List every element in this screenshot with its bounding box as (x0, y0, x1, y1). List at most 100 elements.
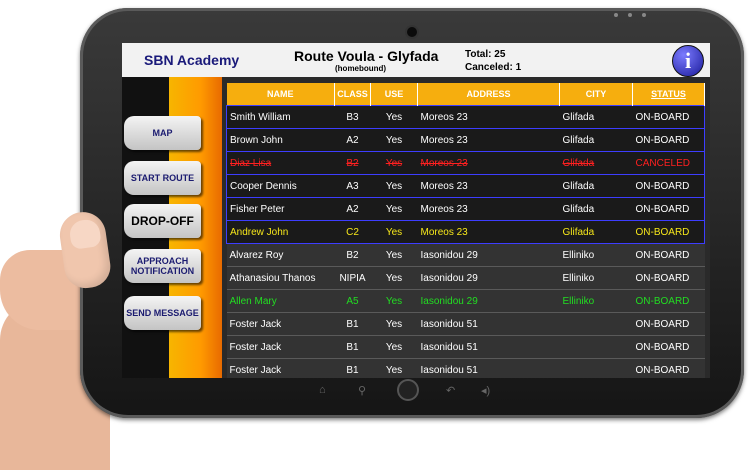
column-header-name[interactable]: NAME (226, 83, 335, 106)
student-table: NAME CLASS USE ADDRESS CITY STATUS Smith… (226, 83, 708, 378)
brand-title: SBN Academy (144, 52, 240, 68)
student-status: ON-BOARD (632, 105, 705, 129)
student-class: B2 (334, 243, 371, 267)
student-use: Yes (370, 174, 418, 198)
student-class: A2 (334, 197, 371, 221)
student-city: Elliniko (559, 243, 633, 267)
approach-notification-button[interactable]: APPROACH NOTIFICATION (124, 249, 201, 283)
student-city: Glifada (559, 128, 633, 152)
student-city: Glifada (559, 105, 633, 129)
route-subtitle: (homebound) (335, 64, 387, 73)
table-row[interactable]: Cooper Dennis A3 Yes Moreos 23 Glifada O… (226, 174, 705, 198)
student-address: Iasonidou 51 (417, 335, 560, 359)
student-address: Iasonidou 29 (417, 266, 560, 290)
student-status: CANCELED (632, 151, 705, 175)
table-row[interactable]: Diaz Lisa B2 Yes Moreos 23 Glifada CANCE… (226, 151, 705, 175)
student-address: Moreos 23 (417, 151, 560, 175)
table-row[interactable]: Foster Jack B1 Yes Iasonidou 51 ON-BOARD (226, 335, 705, 359)
student-use: Yes (370, 312, 418, 336)
column-header-use[interactable]: USE (370, 83, 418, 106)
student-status: ON-BOARD (632, 243, 705, 267)
student-address: Moreos 23 (417, 197, 560, 221)
student-use: Yes (370, 289, 418, 313)
table-row[interactable]: Andrew John C2 Yes Moreos 23 Glifada ON-… (226, 220, 705, 244)
student-class: A2 (334, 128, 371, 152)
table-row[interactable]: Allen Mary A5 Yes Iasonidou 29 Elliniko … (226, 289, 705, 313)
student-address: Iasonidou 51 (417, 358, 560, 378)
student-class: B3 (334, 105, 371, 129)
route-title: Route Voula - Glyfada (294, 48, 439, 64)
top-bar: SBN Academy Route Voula - Glyfada (homeb… (122, 43, 710, 77)
student-use: Yes (370, 358, 418, 378)
student-use: Yes (370, 105, 418, 129)
student-name: Brown John (226, 128, 335, 152)
table-row[interactable]: Fisher Peter A2 Yes Moreos 23 Glifada ON… (226, 197, 705, 221)
student-city: Glifada (559, 220, 633, 244)
student-status: ON-BOARD (632, 312, 705, 336)
student-status: ON-BOARD (632, 335, 705, 359)
student-name: Allen Mary (226, 289, 335, 313)
student-name: Fisher Peter (226, 197, 335, 221)
canceled-label: Canceled: (465, 62, 513, 73)
student-name: Athanasiou Thanos (226, 266, 335, 290)
student-name: Smith William (226, 105, 335, 129)
table-header-row: NAME CLASS USE ADDRESS CITY STATUS (226, 83, 705, 106)
student-name: Foster Jack (226, 358, 335, 378)
total-label: Total: (465, 49, 492, 60)
start-route-button[interactable]: START ROUTE (124, 161, 201, 195)
student-use: Yes (370, 197, 418, 221)
student-class: A3 (334, 174, 371, 198)
total-count: 25 (494, 49, 506, 60)
student-address: Moreos 23 (417, 128, 560, 152)
student-name: Cooper Dennis (226, 174, 335, 198)
column-header-status[interactable]: STATUS (632, 83, 705, 106)
table-row[interactable]: Smith William B3 Yes Moreos 23 Glifada O… (226, 105, 705, 129)
camera-lens (407, 27, 417, 37)
canceled-count: 1 (515, 62, 522, 73)
send-message-button[interactable]: SEND MESSAGE (124, 296, 201, 330)
student-class: NIPIA (334, 266, 371, 290)
student-city: Elliniko (559, 266, 633, 290)
search-icon[interactable]: ⚲ (358, 384, 366, 397)
table-row[interactable]: Athanasiou Thanos NIPIA Yes Iasonidou 29… (226, 266, 705, 290)
student-use: Yes (370, 220, 418, 244)
student-status: ON-BOARD (632, 266, 705, 290)
student-address: Iasonidou 51 (417, 312, 560, 336)
back-icon[interactable]: ↶ (446, 384, 455, 397)
drop-off-button[interactable]: DROP-OFF (124, 204, 201, 238)
student-class: C2 (334, 220, 371, 244)
student-city: Glifada (559, 197, 633, 221)
student-city (559, 312, 633, 336)
student-class: A5 (334, 289, 371, 313)
table-row[interactable]: Alvarez Roy B2 Yes Iasonidou 29 Elliniko… (226, 243, 705, 267)
student-city (559, 335, 633, 359)
column-header-class[interactable]: CLASS (334, 83, 371, 106)
device-nav-bar: ⌂ ⚲ ↶ ◂) (316, 381, 496, 401)
column-header-address[interactable]: ADDRESS (417, 83, 560, 106)
table-row[interactable]: Brown John A2 Yes Moreos 23 Glifada ON-B… (226, 128, 705, 152)
home-key[interactable] (399, 381, 417, 399)
indicator-dot (642, 13, 646, 17)
student-status: ON-BOARD (632, 197, 705, 221)
map-button[interactable]: MAP (124, 116, 201, 150)
volume-icon[interactable]: ◂) (481, 384, 490, 397)
student-status: ON-BOARD (632, 358, 705, 378)
student-class: B1 (334, 312, 371, 336)
student-name: Alvarez Roy (226, 243, 335, 267)
student-address: Iasonidou 29 (417, 243, 560, 267)
student-class: B2 (334, 151, 371, 175)
student-use: Yes (370, 335, 418, 359)
route-totals: Total: 25 Canceled: 1 (465, 48, 521, 74)
info-icon[interactable]: i (672, 45, 704, 77)
student-class: B1 (334, 335, 371, 359)
student-address: Iasonidou 29 (417, 289, 560, 313)
table-row[interactable]: Foster Jack B1 Yes Iasonidou 51 ON-BOARD (226, 312, 705, 336)
student-class: B1 (334, 358, 371, 378)
student-name: Diaz Lisa (226, 151, 335, 175)
home-icon[interactable]: ⌂ (319, 384, 326, 396)
student-status: ON-BOARD (632, 128, 705, 152)
student-city: Glifada (559, 174, 633, 198)
table-row[interactable]: Foster Jack B1 Yes Iasonidou 51 ON-BOARD (226, 358, 705, 378)
column-header-city[interactable]: CITY (559, 83, 633, 106)
student-name: Andrew John (226, 220, 335, 244)
